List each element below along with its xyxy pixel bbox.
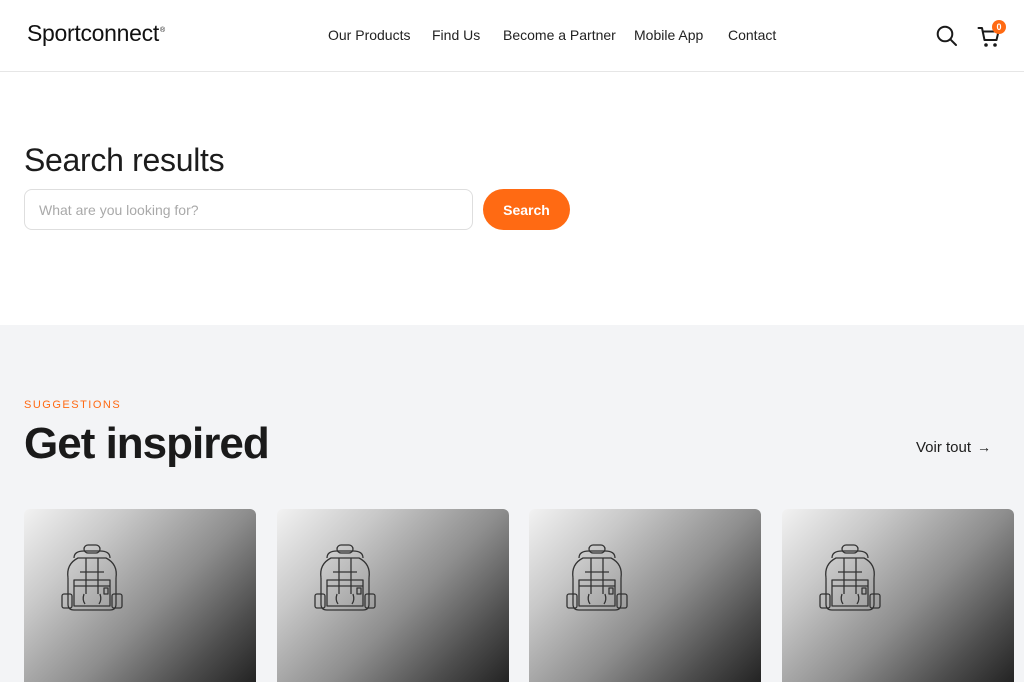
logo[interactable]: Sportconnect® (27, 20, 165, 47)
suggestions-eyebrow: SUGGESTIONS (24, 399, 122, 411)
backpack-icon (819, 544, 881, 611)
see-all-label: Voir tout (916, 439, 972, 456)
see-all-link[interactable]: Voir tout → (916, 439, 991, 456)
site-header: Sportconnect® Our Products Find Us Becom… (0, 0, 1024, 72)
cart-count-badge: 0 (992, 20, 1006, 34)
nav-become-partner[interactable]: Become a Partner (503, 27, 616, 43)
suggestion-card-1[interactable] (24, 509, 256, 682)
search-button[interactable]: Search (483, 189, 570, 230)
nav-contact[interactable]: Contact (728, 27, 776, 43)
backpack-icon (566, 544, 628, 611)
suggestion-card-3[interactable] (529, 509, 761, 682)
page-title: Search results (24, 142, 225, 178)
arrow-right-icon: → (977, 439, 992, 455)
logo-text: Sportconnect (27, 20, 159, 46)
backpack-icon (314, 544, 376, 611)
backpack-icon (61, 544, 123, 611)
nav-mobile-app[interactable]: Mobile App (634, 27, 703, 43)
suggestion-card-4[interactable] (782, 509, 1014, 682)
search-input[interactable] (24, 189, 473, 230)
suggestions-section: SUGGESTIONS Get inspired Voir tout → (0, 325, 1024, 682)
nav-find-us[interactable]: Find Us (432, 27, 480, 43)
section-title: Get inspired (24, 419, 270, 468)
suggestion-card-2[interactable] (277, 509, 509, 682)
logo-trademark: ® (159, 27, 165, 35)
nav-our-products[interactable]: Our Products (328, 27, 410, 43)
search-icon[interactable] (936, 25, 958, 52)
